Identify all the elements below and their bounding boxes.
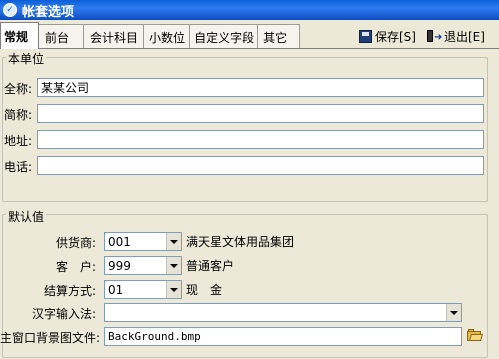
supplier-code: 001 [108,234,131,249]
chevron-down-icon[interactable] [446,304,461,321]
exit-door-icon: ➜ [427,29,442,43]
exit-button-label: 退出[E] [444,29,485,44]
chevron-down-icon[interactable] [166,281,181,298]
supplier-label: 供货商: [56,236,97,250]
customer-name: 普通客户 [186,259,235,273]
window-title: 帐套选项 [22,4,75,20]
save-button[interactable]: 保存[S] [359,26,416,46]
floppy-icon [359,29,372,43]
customer-label: 客 户: [56,260,97,274]
address-label: 地址: [4,134,33,148]
customer-select[interactable]: 999 [104,256,182,275]
full-name-label: 全称: [4,82,33,96]
tab-general-label: 常规 [4,29,29,44]
tab-custom-fields-label: 自定义字段 [194,30,255,45]
dialog-client: 常规 前台 会计科目 小数位 自定义字段 其它 保存[S] ➜ 退出[E] 本单… [0,20,499,359]
tab-accounts-label: 会计科目 [90,30,139,45]
phone-label: 电话: [4,160,33,174]
tab-accounts[interactable]: 会计科目 [83,24,145,49]
settlement-label: 结算方式: [44,284,97,298]
tab-frontdesk-label: 前台 [45,30,70,45]
ime-label: 汉字输入法: [32,307,97,321]
unit-group-title: 本单位 [6,50,47,67]
short-name-field[interactable] [37,104,484,123]
phone-field[interactable] [37,156,484,175]
short-name-label: 简称: [4,108,33,122]
tab-strip: 常规 前台 会计科目 小数位 自定义字段 其它 [0,22,301,49]
background-file-label: 主窗口背景图文件: [0,331,101,345]
ime-select[interactable] [104,303,462,322]
defaults-group-title: 默认值 [6,208,47,225]
tab-decimals[interactable]: 小数位 [143,24,191,49]
folder-open-icon[interactable] [467,329,483,342]
tab-general[interactable]: 常规 [0,22,40,49]
tab-decimals-label: 小数位 [149,30,186,45]
chevron-down-icon[interactable] [166,257,181,274]
settlement-code: 01 [108,282,124,297]
full-name-field[interactable]: 某某公司 [37,78,484,97]
save-button-label: 保存[S] [375,29,416,44]
tab-frontdesk[interactable]: 前台 [38,24,85,49]
supplier-name: 满天星文体用品集团 [186,235,295,249]
address-field[interactable] [37,130,484,149]
ime-value [105,304,446,321]
exit-button[interactable]: ➜ 退出[E] [427,26,485,46]
title-bar: ✓ 帐套选项 [0,0,499,20]
settlement-select[interactable]: 01 [104,280,182,299]
tab-other-label: 其它 [263,30,288,45]
customer-code: 999 [108,258,131,273]
settlement-name: 现 金 [186,283,223,297]
tab-custom-fields[interactable]: 自定义字段 [189,24,259,49]
supplier-select[interactable]: 001 [104,232,182,251]
chevron-down-icon[interactable] [166,233,181,250]
tab-other[interactable]: 其它 [257,24,301,49]
app-icon: ✓ [3,3,17,17]
background-file-field[interactable]: BackGround.bmp [104,327,462,346]
general-tab-panel: 本单位 全称: 某某公司 简称: 地址: 电话: 默认值 供货商: 001 满天… [0,48,499,359]
